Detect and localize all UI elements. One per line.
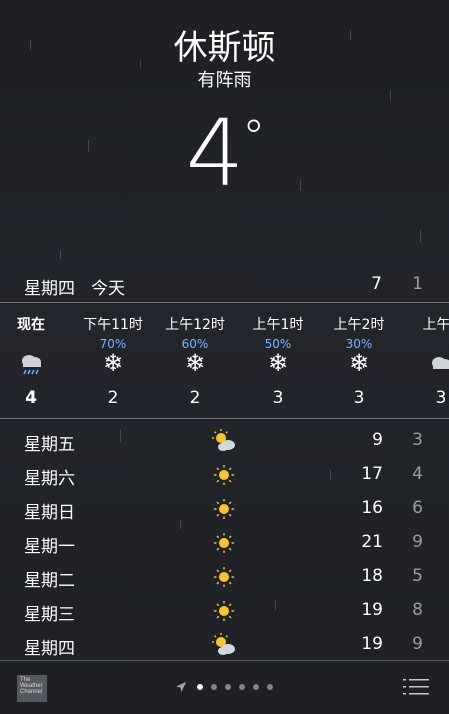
day-name: 星期一 [24,537,75,557]
day-name: 星期日 [24,503,75,523]
day-name: 星期五 [24,435,75,455]
snowflake-icon: ❄ [102,349,124,377]
day-name: 星期四 [24,639,75,659]
sun-icon [209,564,239,590]
city-name: 休斯顿 [173,28,276,68]
today-summary: 星期四 今天 7 1 [0,274,449,300]
sun-icon [209,530,239,556]
cloud-icon [396,350,449,381]
day-low: 4 [412,464,423,484]
day-low: 3 [412,430,423,450]
hour-item: 上午3 3 [396,304,449,418]
sun-icon [209,462,239,488]
daily-row: 星期六 17 4 [0,458,449,492]
daily-row: 星期二 18 5 [0,560,449,594]
hour-temp: 3 [435,388,447,408]
snowflake-icon: ❄ [267,349,289,377]
hour-time: 上午2时 [333,317,385,333]
page-dot [211,684,217,690]
divider [0,302,449,303]
snowflake-icon: ❄ [348,349,370,377]
hour-time: 上午3 [422,317,449,333]
day-high: 18 [361,566,383,586]
location-arrow-icon [176,682,186,692]
today-high: 7 [371,274,382,294]
weather-condition: 有阵雨 [197,70,252,91]
hour-temp: 3 [353,388,365,408]
degree-symbol: ° [242,110,265,164]
hour-time: 现在 [17,317,45,333]
day-low: 6 [412,498,423,518]
hour-temp: 2 [189,388,201,408]
daily-row: 星期日 16 6 [0,492,449,526]
hourly-forecast[interactable]: 现在 4 下午11时 70% ❄ 2 上午12时 60% ❄ 2 上午1时 50… [0,304,449,418]
snowflake-icon: ❄ [184,349,206,377]
footer-bar: The Weather Channel [0,660,449,714]
day-high: 17 [361,464,383,484]
page-dot [239,684,245,690]
day-high: 21 [361,532,383,552]
page-dot [225,684,231,690]
page-dot [267,684,273,690]
hour-temp: 3 [272,388,284,408]
cloud-rain-icon [0,350,76,381]
day-high: 16 [361,498,383,518]
hour-item: 现在 4 [0,304,76,418]
today-weekday: 星期四 [24,279,75,299]
daily-row: 星期五 9 3 [0,424,449,458]
day-high: 9 [372,430,383,450]
today-label: 今天 [91,279,125,299]
day-name: 星期三 [24,605,75,625]
page-dot [253,684,259,690]
page-dot [197,684,203,690]
sun-icon [209,496,239,522]
day-low: 9 [412,634,423,654]
today-low: 1 [412,274,423,294]
partly-sunny-icon [209,428,239,454]
hour-item: 下午11时 70% ❄ 2 [68,304,158,418]
day-name: 星期六 [24,469,75,489]
temperature-value: 4 [185,100,245,207]
hour-item: 上午2时 30% ❄ 3 [314,304,404,418]
day-high: 19 [361,600,383,620]
hour-item: 上午1时 50% ❄ 3 [233,304,323,418]
list-icon[interactable] [403,678,429,696]
sun-icon [209,598,239,624]
hour-temp: 4 [25,388,37,408]
current-temperature: 4° [0,100,449,207]
day-low: 9 [412,532,423,552]
day-name: 星期二 [24,571,75,591]
daily-row: 星期一 21 9 [0,526,449,560]
day-high: 19 [361,634,383,654]
hour-time: 下午11时 [83,317,143,333]
hour-time: 上午1时 [252,317,304,333]
day-low: 5 [412,566,423,586]
day-low: 8 [412,600,423,620]
partly-sunny-icon [209,632,239,658]
weather-channel-logo[interactable]: The Weather Channel [17,675,47,702]
hour-time: 上午12时 [165,317,225,333]
hour-item: 上午12时 60% ❄ 2 [150,304,240,418]
daily-row: 星期四 19 9 [0,628,449,662]
divider [0,418,449,419]
hour-temp: 2 [107,388,119,408]
daily-row: 星期三 19 8 [0,594,449,628]
